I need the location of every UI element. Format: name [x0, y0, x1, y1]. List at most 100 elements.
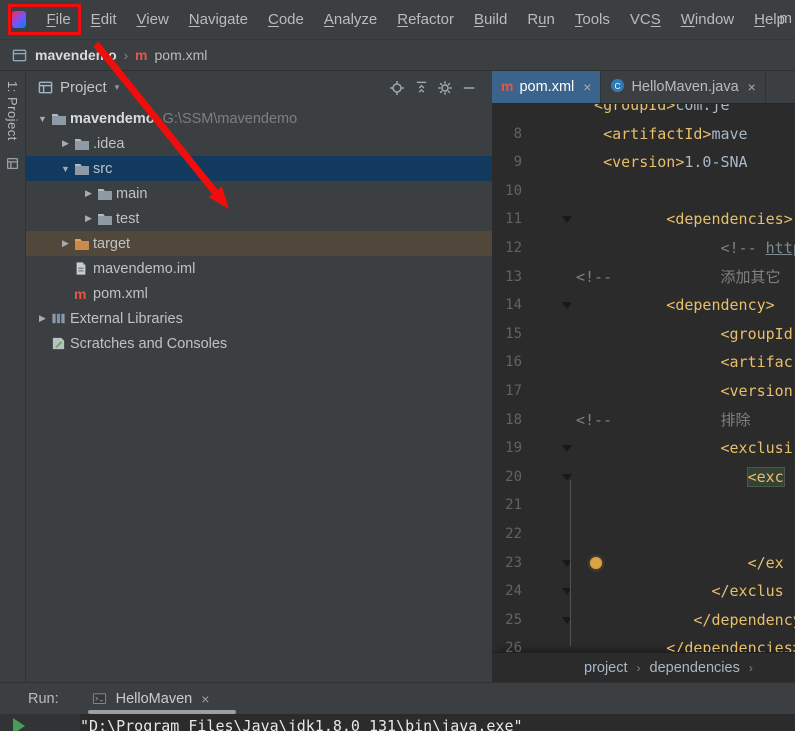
chevron-collapsed-icon[interactable]: ▶ — [80, 213, 97, 224]
menu-item-vcs[interactable]: VCS — [620, 7, 671, 32]
code-line-24[interactable]: 24 </exclus — [492, 577, 795, 606]
chevron-collapsed-icon[interactable]: ▶ — [57, 238, 74, 249]
hide-panel-icon[interactable] — [460, 79, 478, 97]
run-tab-hellomaven[interactable]: HelloMaven × — [91, 690, 209, 708]
code-line-26[interactable]: 26 </dependencies> — [492, 634, 795, 652]
menu-item-analyze[interactable]: Analyze — [314, 7, 387, 32]
close-icon[interactable]: × — [201, 691, 209, 707]
line-number: 20 — [505, 468, 522, 485]
code-line-19[interactable]: 19 <exclusi — [492, 434, 795, 463]
console-output[interactable]: "D:\Program Files\Java\jdk1.8.0_131\bin\… — [80, 714, 523, 731]
code-text: <dependency> — [666, 296, 775, 315]
code-line-10[interactable]: 10 — [492, 177, 795, 206]
code-line-16[interactable]: 16 <artifac — [492, 348, 795, 377]
menu-item-navigate[interactable]: Navigate — [179, 7, 258, 32]
project-panel-title[interactable]: Project — [60, 79, 107, 96]
code-line-14[interactable]: 14 <dependency> — [492, 291, 795, 320]
scratches-icon — [51, 336, 70, 352]
editor-tab-hellomaven-java[interactable]: C HelloMaven.java × — [601, 71, 766, 103]
menu-item-edit[interactable]: Edit — [81, 7, 127, 32]
main-area: 1: Project Project ▾ ▼ mavendemo G:\SSM\… — [0, 71, 795, 682]
menu-item-refactor[interactable]: Refactor — [387, 7, 464, 32]
run-tool-window: Run: HelloMaven × "D:\Program Files\Java… — [0, 682, 795, 731]
line-number: 12 — [505, 239, 522, 256]
code-line-17[interactable]: 17 <version — [492, 377, 795, 406]
intention-bulb-icon[interactable] — [590, 556, 602, 569]
navigation-bar: mavendemo › m pom.xml — [0, 40, 795, 71]
code-line-11[interactable]: 11 <dependencies> — [492, 205, 795, 234]
code-line-23[interactable]: 23 </ex — [492, 549, 795, 578]
code-line-18[interactable]: 18 <!-- 排除 — [492, 406, 795, 435]
code-line-13[interactable]: 13 <!-- 添加其它 — [492, 263, 795, 292]
menu-item-build[interactable]: Build — [464, 7, 517, 32]
fold-marker-icon[interactable] — [562, 445, 572, 453]
breadcrumb-file[interactable]: pom.xml — [155, 47, 208, 63]
line-number: 14 — [505, 297, 522, 314]
editor-tab-pom-xml[interactable]: m pom.xml × — [492, 71, 602, 103]
collapse-all-icon[interactable] — [412, 79, 430, 97]
code-line-partial[interactable]: <groupId>com.je — [492, 104, 795, 120]
project-panel: Project ▾ ▼ mavendemo G:\SSM\mavendemo ▶ .id… — [26, 71, 492, 682]
chevron-collapsed-icon[interactable]: ▶ — [34, 313, 51, 324]
tree-item-src[interactable]: ▼ src — [26, 156, 492, 181]
breadcrumb-project[interactable]: mavendemo — [35, 47, 117, 63]
menu-item-window[interactable]: Window — [671, 7, 744, 32]
tree-item-scratches-and-consoles[interactable]: Scratches and Consoles — [26, 331, 492, 356]
code-line-22[interactable]: 22 — [492, 520, 795, 549]
code-editor[interactable]: <groupId>com.je 8 <artifactId>mave 9 <versio… — [492, 104, 795, 652]
tree-item-mavendemo-iml[interactable]: mavendemo.iml — [26, 256, 492, 281]
tab-scrollbar-thumb[interactable] — [88, 710, 236, 714]
chevron-expanded-icon[interactable]: ▼ — [57, 164, 74, 174]
tree-item-label: pom.xml — [93, 285, 148, 302]
close-icon[interactable]: × — [583, 79, 591, 95]
editor-tabs: m pom.xml × C HelloMaven.java × — [492, 71, 795, 104]
run-play-icon[interactable] — [13, 718, 25, 731]
folder-icon — [97, 186, 116, 202]
code-line-20[interactable]: 20 <exc — [492, 463, 795, 492]
code-line-15[interactable]: 15 <groupId — [492, 320, 795, 349]
tree-item-external-libraries[interactable]: ▶ External Libraries — [26, 306, 492, 331]
chevron-collapsed-icon[interactable]: ▶ — [80, 188, 97, 199]
line-number: 21 — [505, 497, 522, 514]
code-line-25[interactable]: 25 </dependency — [492, 606, 795, 635]
menu-bar: File Edit View Navigate Code Analyze Refactor B… — [0, 0, 795, 40]
close-icon[interactable]: × — [748, 79, 756, 95]
line-number: 24 — [505, 583, 522, 600]
fold-marker-icon[interactable] — [562, 302, 572, 310]
menu-item-code[interactable]: Code — [258, 7, 314, 32]
menu-item-run[interactable]: Run — [517, 7, 565, 32]
code-text: <version — [720, 381, 793, 400]
run-panel-header: Run: HelloMaven × — [0, 683, 795, 714]
tree-item-test[interactable]: ▶ test — [26, 206, 492, 231]
fold-marker-icon[interactable] — [562, 216, 572, 224]
breadcrumb-dependencies[interactable]: dependencies — [650, 660, 740, 676]
tool-window-button-project[interactable]: 1: Project — [5, 81, 20, 141]
run-panel-label: Run: — [28, 690, 59, 707]
tool-window-icon[interactable] — [4, 155, 22, 173]
settings-gear-icon[interactable] — [436, 79, 454, 97]
gutter-fold-column — [532, 377, 576, 406]
chevron-collapsed-icon[interactable]: ▶ — [57, 138, 74, 149]
tree-item--idea[interactable]: ▶ .idea — [26, 131, 492, 156]
menu-item-file[interactable]: File — [36, 7, 80, 32]
breadcrumb-project[interactable]: project — [584, 660, 628, 676]
tree-item-main[interactable]: ▶ main — [26, 181, 492, 206]
gutter-fold-column — [532, 406, 576, 435]
code-text: <groupId>com.je — [594, 104, 730, 114]
tree-item-mavendemo[interactable]: ▼ mavendemo G:\SSM\mavendemo — [26, 106, 492, 131]
code-text: </exclus — [711, 582, 784, 601]
chevron-down-icon[interactable]: ▾ — [115, 82, 120, 93]
code-line-12[interactable]: 12 <!-- https:/ — [492, 234, 795, 263]
code-line-21[interactable]: 21 — [492, 491, 795, 520]
tree-item-pom-xml[interactable]: m pom.xml — [26, 281, 492, 306]
code-line-8[interactable]: 8 <artifactId>mave — [492, 120, 795, 149]
menu-item-tools[interactable]: Tools — [565, 7, 620, 32]
code-line-9[interactable]: 9 <version>1.0-SNA — [492, 148, 795, 177]
fold-guide-line — [570, 480, 571, 646]
code-text: <exc — [747, 467, 784, 486]
menu-item-view[interactable]: View — [127, 7, 179, 32]
scroll-from-source-icon[interactable] — [388, 79, 406, 97]
line-number — [492, 104, 532, 120]
chevron-expanded-icon[interactable]: ▼ — [34, 114, 51, 124]
tree-item-target[interactable]: ▶ target — [26, 231, 492, 256]
